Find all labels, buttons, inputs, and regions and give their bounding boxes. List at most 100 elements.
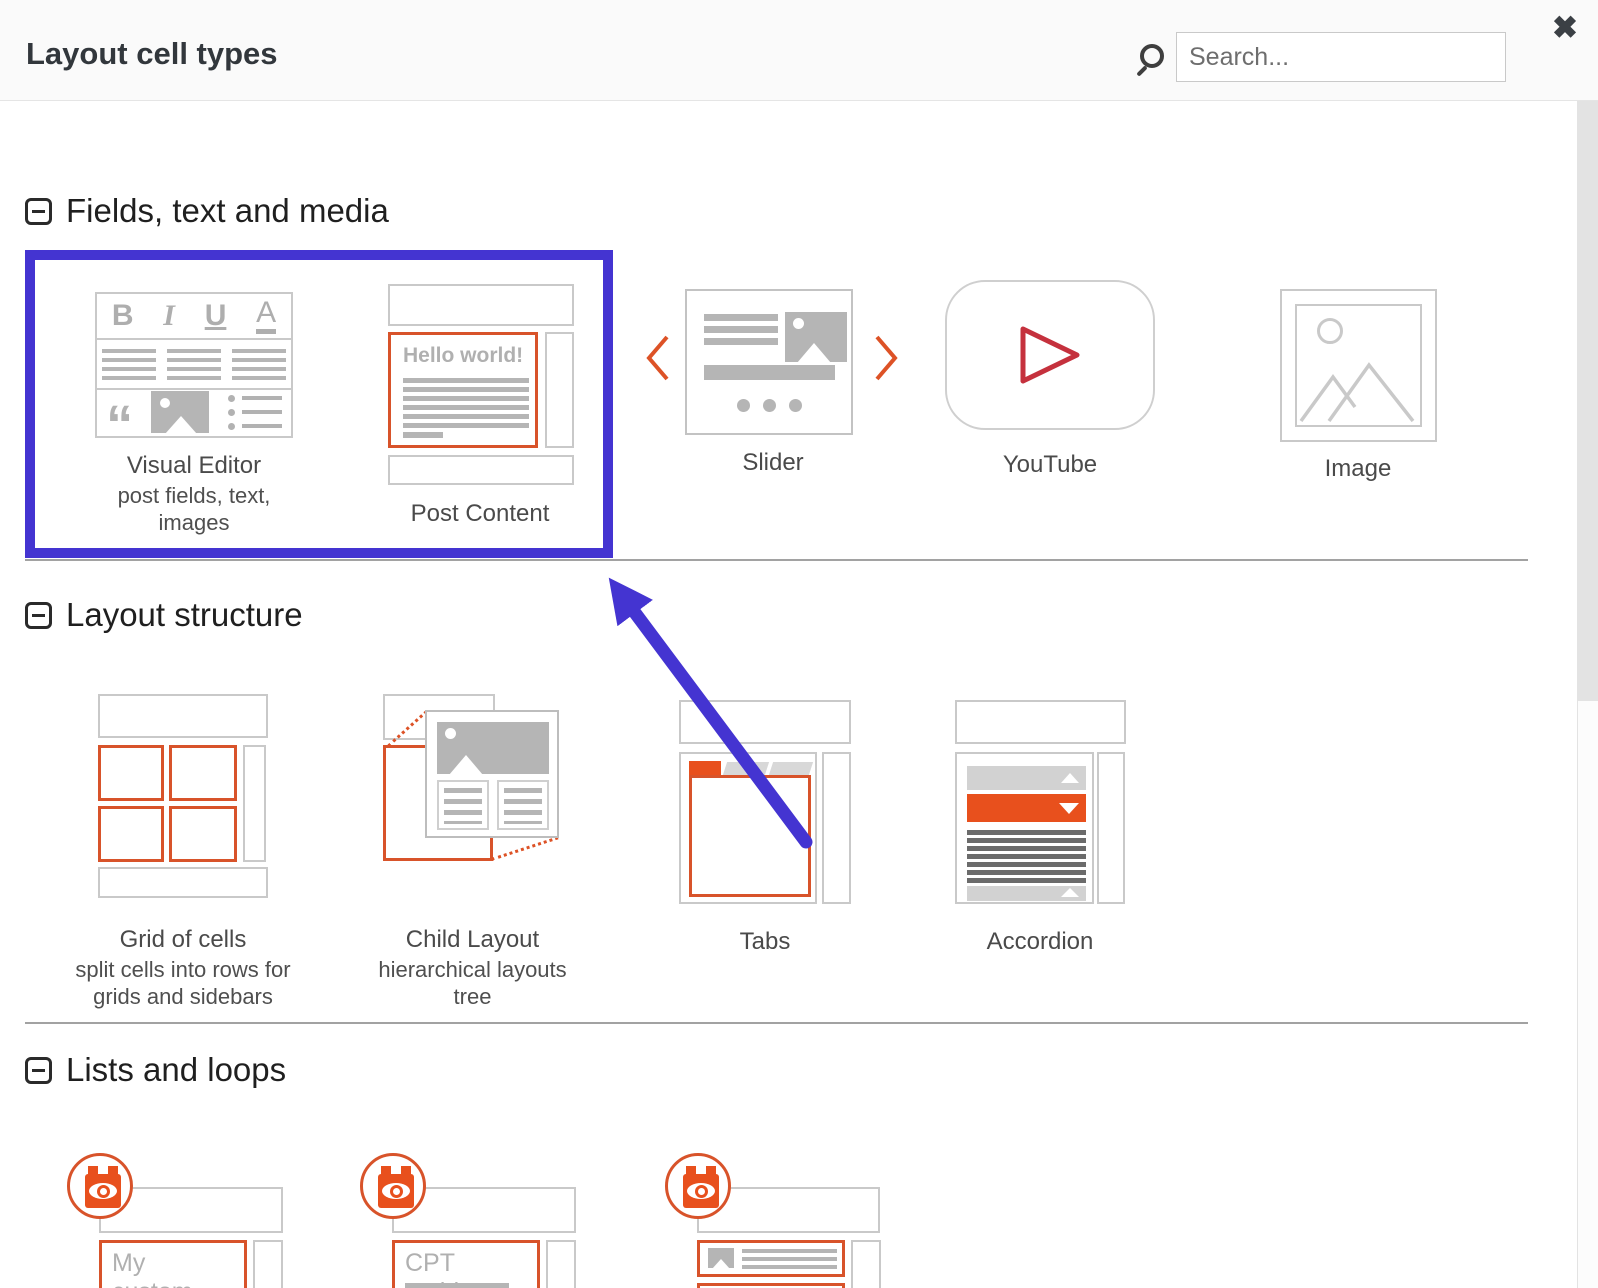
label-image: Image xyxy=(1258,455,1458,484)
grid-cell xyxy=(98,745,164,801)
grid-cell xyxy=(169,806,237,862)
sidebar-shape xyxy=(546,1240,576,1288)
accordion-text-lines xyxy=(967,830,1086,883)
collapse-minus-icon[interactable] xyxy=(25,198,52,225)
section-header-lists-and-loops[interactable]: Lists and loops xyxy=(25,1051,286,1089)
section-header-fields-text-media[interactable]: Fields, text and media xyxy=(25,192,389,230)
list-preview-box: CPT archive xyxy=(392,1240,540,1288)
list-row-shape xyxy=(697,1240,845,1277)
section-title: Lists and loops xyxy=(66,1051,286,1089)
slide-text-lines xyxy=(704,314,778,345)
child-layout-card-icon xyxy=(425,710,559,838)
page-header-shape xyxy=(679,700,851,744)
text-lines xyxy=(742,1249,837,1269)
bold-icon: B xyxy=(112,301,134,331)
grid-cell xyxy=(169,745,237,801)
picture-frame-icon xyxy=(1295,304,1422,427)
layout-cell-types-dialog: Layout cell types ✖ Fields, text and med… xyxy=(0,0,1598,1288)
page-footer-shape xyxy=(388,455,574,485)
label-visual-editor: Visual Editor post fields, text, images xyxy=(94,452,294,536)
active-tab-shape xyxy=(689,761,721,775)
image-thumbnail-icon xyxy=(708,1248,734,1268)
dotted-connector xyxy=(491,836,559,860)
text-block xyxy=(437,780,489,830)
close-icon[interactable]: ✖ xyxy=(1552,12,1578,43)
tile-tabs[interactable] xyxy=(679,700,853,904)
collapse-minus-icon[interactable] xyxy=(25,602,52,629)
bullet-list-icon xyxy=(228,395,282,430)
tile-grid-of-cells[interactable] xyxy=(98,694,268,898)
tile-image[interactable] xyxy=(1280,289,1437,442)
preview-text: My custom type xyxy=(112,1249,224,1288)
list-preview-box: My custom type xyxy=(99,1240,247,1288)
page-header-shape xyxy=(955,700,1126,744)
text-line-short xyxy=(403,432,443,438)
tile-child-layout[interactable] xyxy=(383,694,563,864)
section-title: Layout structure xyxy=(66,596,303,634)
grid-cell xyxy=(98,806,164,862)
chevron-left-icon xyxy=(645,333,671,383)
section-title: Fields, text and media xyxy=(66,192,389,230)
blockquote-icon: “ xyxy=(106,420,133,431)
section-divider xyxy=(25,1022,1528,1024)
sidebar-shape xyxy=(253,1240,283,1288)
page-header-shape xyxy=(98,694,268,738)
play-icon xyxy=(1015,323,1085,387)
sidebar-shape xyxy=(851,1240,881,1288)
underline-icon: U xyxy=(205,301,227,331)
dialog-title: Layout cell types xyxy=(26,36,278,72)
views-eye-badge-icon xyxy=(360,1153,426,1219)
inactive-tab-shape xyxy=(723,762,769,775)
dialog-header: Layout cell types ✖ xyxy=(0,0,1598,101)
accordion-closed-bar xyxy=(967,886,1086,901)
search-input[interactable] xyxy=(1176,32,1506,82)
label-post-content: Post Content xyxy=(380,500,580,529)
label-child-layout: Child Layout hierarchical layouts tree xyxy=(365,926,580,1010)
search-icon xyxy=(1140,44,1164,68)
italic-icon: I xyxy=(163,301,175,331)
sidebar-shape xyxy=(1097,752,1125,904)
list-row-shape xyxy=(697,1283,845,1288)
sidebar-shape xyxy=(822,752,851,904)
text-lines xyxy=(405,1283,509,1288)
scrollbar-thumb[interactable] xyxy=(1578,101,1598,701)
tile-visual-editor[interactable]: B I U A “ xyxy=(95,292,293,438)
text-color-icon: A xyxy=(256,298,276,334)
label-tabs: Tabs xyxy=(665,928,865,957)
scrollbar-track xyxy=(1577,101,1598,1288)
text-columns-icon xyxy=(97,340,291,390)
editor-toolbar-icon: B I U A xyxy=(97,294,291,340)
chevron-right-icon xyxy=(873,333,899,383)
sidebar-shape xyxy=(545,332,574,448)
page-header-shape xyxy=(388,284,574,326)
section-header-layout-structure[interactable]: Layout structure xyxy=(25,596,303,634)
page-footer-shape xyxy=(98,867,268,898)
tab-content-shape xyxy=(689,775,811,897)
accordion-open-bar xyxy=(967,794,1086,822)
tile-accordion[interactable] xyxy=(955,700,1128,904)
tile-custom-type-list[interactable]: My custom type xyxy=(67,1153,287,1288)
inactive-tab-shape xyxy=(769,762,813,775)
tile-slider[interactable] xyxy=(645,289,901,435)
post-content-preview: Hello world! xyxy=(388,332,538,448)
label-slider: Slider xyxy=(673,449,873,478)
tile-youtube[interactable] xyxy=(945,280,1155,430)
image-thumbnail-icon xyxy=(151,391,209,433)
slide-image-icon xyxy=(785,312,847,362)
text-lines xyxy=(403,378,529,428)
slide-card-icon xyxy=(685,289,853,435)
slide-wide-line xyxy=(704,365,835,380)
label-accordion: Accordion xyxy=(940,928,1140,957)
accordion-closed-bar xyxy=(967,766,1086,790)
section-divider xyxy=(25,559,1528,561)
tile-post-content[interactable]: Hello world! xyxy=(388,284,574,485)
label-grid-of-cells: Grid of cells split cells into rows for … xyxy=(58,926,308,1010)
tile-post-list[interactable] xyxy=(665,1153,885,1288)
collapse-minus-icon[interactable] xyxy=(25,1057,52,1084)
accordion-panel-icon xyxy=(955,752,1094,904)
sun-circle-icon xyxy=(1317,318,1343,344)
tile-cpt-archive-list[interactable]: CPT archive xyxy=(360,1153,580,1288)
text-block xyxy=(497,780,549,830)
slider-dots-icon xyxy=(687,399,851,412)
sidebar-shape xyxy=(243,745,266,862)
